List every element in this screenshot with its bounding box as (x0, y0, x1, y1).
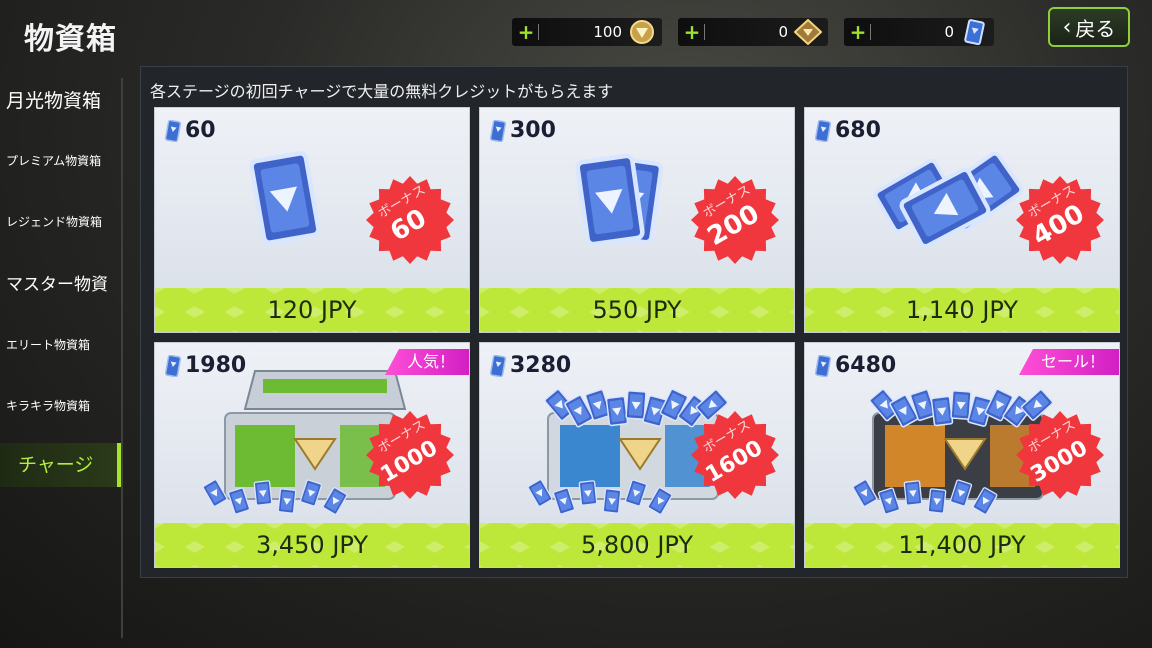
price-button[interactable]: 1,140 JPY (805, 288, 1119, 332)
price-button[interactable]: 5,800 JPY (480, 523, 794, 567)
price-button[interactable]: 11,400 JPY (805, 523, 1119, 567)
pack-amount: 300 (490, 118, 556, 143)
pack-amount-value: 1980 (185, 353, 247, 378)
credit-ticket-icon (165, 354, 181, 377)
sidebar-item-moonlight[interactable]: 月光物資箱 (6, 86, 127, 113)
pack-amount: 60 (165, 118, 216, 143)
pack-amount-value: 6480 (835, 353, 897, 378)
diamond-amount: 0 (778, 23, 788, 41)
credit-pack-card[interactable]: ボーナス 200 300 550 JPY (479, 107, 795, 333)
pack-amount: 3280 (490, 353, 571, 378)
pack-amount-value: 680 (835, 118, 881, 143)
back-button[interactable]: ‹ 戻る (1048, 7, 1130, 47)
add-diamond-button[interactable]: + (682, 22, 702, 42)
price-button[interactable]: 120 JPY (155, 288, 469, 332)
credit-ticket-icon (815, 354, 831, 377)
price-button[interactable]: 550 JPY (480, 288, 794, 332)
diamond-currency-display: + 0 (678, 18, 828, 46)
credit-pack-card[interactable]: ボーナス 1600 3280 5,800 JPY (479, 342, 795, 568)
credit-pack-card[interactable]: ボーナス 60 60 120 JPY (154, 107, 470, 333)
credit-ticket-icon (815, 119, 831, 142)
credit-pack-card[interactable]: ボーナス 3000 6480 セール！ 11,400 JPY (804, 342, 1120, 568)
bonus-badge: ボーナス1600 (691, 411, 779, 499)
price-label: 120 JPY (267, 296, 357, 324)
divider (538, 24, 539, 40)
price-label: 5,800 JPY (580, 531, 694, 559)
credit-ticket-icon (964, 19, 985, 45)
pack-tag-badge: 人気！ (384, 349, 469, 375)
price-label: 1,140 JPY (905, 296, 1019, 324)
bonus-badge: ボーナス200 (691, 176, 779, 264)
sidebar-item-sparkle[interactable]: キラキラ物資箱 (6, 397, 127, 414)
pack-amount-value: 300 (510, 118, 556, 143)
sidebar-item-master[interactable]: マスター物資 (6, 270, 127, 295)
credit-ticket-icon (490, 354, 506, 377)
gold-amount: 100 (593, 23, 622, 41)
add-credit-button[interactable]: + (848, 22, 868, 42)
chevron-left-icon: ‹ (1062, 14, 1072, 40)
diamond-icon (794, 19, 822, 45)
back-button-label: 戻る (1075, 16, 1116, 41)
credit-pack-card[interactable]: ボーナス 400 680 1,140 JPY (804, 107, 1120, 333)
sidebar-item-legend[interactable]: レジェンド物資箱 (6, 213, 127, 230)
sidebar-item-charge[interactable]: チャージ (0, 443, 121, 487)
price-label: 550 JPY (592, 296, 682, 324)
credit-ticket-icon (165, 119, 181, 142)
divider (704, 24, 705, 40)
bonus-badge: ボーナス3000 (1016, 411, 1104, 499)
price-label: 3,450 JPY (255, 531, 369, 559)
pack-amount: 680 (815, 118, 881, 143)
pack-amount: 6480 (815, 353, 896, 378)
credit-currency-display: + 0 (844, 18, 994, 46)
price-label: 11,400 JPY (898, 531, 1026, 559)
bonus-badge: ボーナス1000 (366, 411, 454, 499)
sidebar-item-elite[interactable]: エリート物資箱 (6, 336, 127, 353)
pack-amount-value: 60 (185, 118, 216, 143)
gold-currency-display: + 100 (512, 18, 662, 46)
first-charge-notice: 各ステージの初回チャージで大量の無料クレジットがもらえます (150, 82, 614, 101)
add-gold-button[interactable]: + (516, 22, 536, 42)
bonus-badge: ボーナス400 (1016, 176, 1104, 264)
page-title: 物資箱 (24, 22, 117, 57)
sidebar-item-premium[interactable]: プレミアム物資箱 (6, 152, 127, 169)
credit-amount: 0 (944, 23, 954, 41)
bonus-badge: ボーナス60 (366, 176, 454, 264)
pack-amount: 1980 (165, 353, 246, 378)
gold-coin-icon (630, 20, 654, 44)
credit-pack-card[interactable]: ボーナス 1000 1980 人気！ 3,450 JPY (154, 342, 470, 568)
credit-ticket-icon (490, 119, 506, 142)
pack-tag-badge: セール！ (1018, 349, 1119, 375)
sidebar: 月光物資箱 プレミアム物資箱 レジェンド物資箱 マスター物資 エリート物資箱 キ… (0, 72, 124, 648)
pack-amount-value: 3280 (510, 353, 572, 378)
divider (870, 24, 871, 40)
price-button[interactable]: 3,450 JPY (155, 523, 469, 567)
